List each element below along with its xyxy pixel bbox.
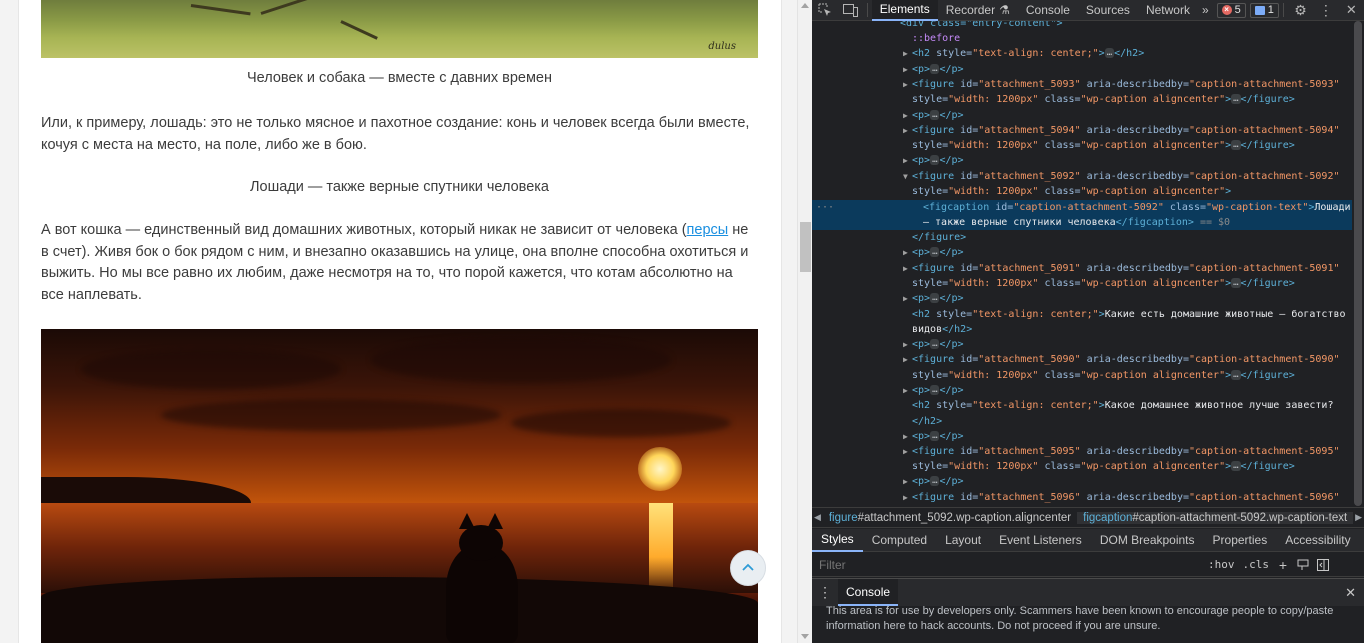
- dom-node[interactable]: ▶ <p>… </p>: [812, 62, 964, 77]
- dom-node-close[interactable]: </figure>: [812, 230, 966, 245]
- image-caption-dog: Человек и собака — вместе с давних време…: [247, 70, 552, 86]
- dom-node[interactable]: ▶ <p>… </p>: [812, 245, 964, 260]
- drawer-header: ⋮ Console ✕: [812, 579, 1364, 606]
- more-options-icon[interactable]: ⋮: [1313, 0, 1338, 21]
- tab-network[interactable]: Network: [1138, 0, 1198, 21]
- breadcrumb-right-arrow-icon[interactable]: ▶: [1353, 512, 1364, 523]
- message-count-badge[interactable]: 1: [1249, 2, 1279, 18]
- page-scrollbar-thumb[interactable]: [800, 222, 811, 272]
- dom-tree-scrollbar[interactable]: [1352, 21, 1364, 506]
- computed-sidebar-icon[interactable]: [1313, 555, 1333, 575]
- paragraph-cat-text-1: А вот кошка — единственный вид домашних …: [41, 222, 687, 238]
- cat-sunset-image: [41, 329, 758, 643]
- persians-link[interactable]: персы: [687, 222, 729, 238]
- scroll-down-arrow-icon[interactable]: [801, 634, 809, 639]
- dom-node-continuation[interactable]: видов</h2>: [812, 322, 972, 337]
- dom-node-continuation[interactable]: style="width: 1200px" class="wp-caption …: [812, 92, 1295, 107]
- selected-dom-node[interactable]: ··· <figcaption id="caption-attachment-50…: [812, 200, 1352, 215]
- tab-accessibility[interactable]: Accessibility: [1276, 529, 1359, 552]
- dom-node-continuation[interactable]: style="width: 1200px" class="wp-caption …: [812, 459, 1295, 474]
- element-state-icon[interactable]: [1293, 555, 1313, 575]
- tab-elements[interactable]: Elements: [871, 0, 938, 21]
- breadcrumb-figure[interactable]: figure#attachment_5092.wp-caption.alignc…: [823, 512, 1077, 524]
- class-toggle[interactable]: .cls: [1239, 558, 1274, 571]
- close-devtools-icon[interactable]: ✕: [1339, 0, 1364, 21]
- image-caption-horse: Лошади — также верные спутники человека: [250, 179, 549, 195]
- styles-pane-tabs: Styles Computed Layout Event Listeners D…: [812, 529, 1364, 552]
- dom-node[interactable]: ▶ <p>… </p>: [812, 337, 964, 352]
- dom-node-continuation[interactable]: style="width: 1200px" class="wp-caption …: [812, 184, 1231, 199]
- scroll-up-arrow-icon[interactable]: [801, 3, 809, 8]
- tab-layout[interactable]: Layout: [936, 529, 990, 552]
- console-drawer: ⋮ Console ✕ This area is for use by deve…: [812, 578, 1364, 643]
- devtools-panel: <div class="entry-content"> ::before ▶ <h…: [812, 0, 1364, 643]
- paragraph-cat: А вот кошка — единственный вид домашних …: [41, 220, 758, 306]
- settings-gear-icon[interactable]: ⚙: [1288, 0, 1313, 21]
- inspect-element-icon[interactable]: [812, 0, 837, 21]
- dom-tree-scrollbar-thumb[interactable]: [1354, 21, 1362, 506]
- dom-node[interactable]: ▶ <p>… </p>: [812, 108, 964, 123]
- page-scrollbar[interactable]: [797, 0, 812, 643]
- tab-sources[interactable]: Sources: [1078, 0, 1138, 21]
- tab-dom-breakpoints[interactable]: DOM Breakpoints: [1091, 529, 1204, 552]
- flask-icon: ⚗: [999, 3, 1010, 17]
- drawer-tab-console[interactable]: Console: [838, 579, 899, 606]
- tab-computed[interactable]: Computed: [863, 529, 936, 552]
- close-drawer-icon[interactable]: ✕: [1345, 585, 1356, 601]
- tab-console[interactable]: Console: [1018, 0, 1078, 21]
- image-signature: dulus: [708, 41, 736, 52]
- dom-breadcrumb: ◀ figure#attachment_5092.wp-caption.alig…: [812, 507, 1364, 528]
- selected-dom-node-continuation[interactable]: — также верные спутники человека</figcap…: [812, 215, 1352, 230]
- breadcrumb-left-arrow-icon[interactable]: ◀: [812, 512, 823, 523]
- dom-node[interactable]: ▶ <p>… </p>: [812, 153, 964, 168]
- dom-node[interactable]: ▶ <figure id="attachment_5095" aria-descr…: [812, 444, 1340, 459]
- web-page-viewport: dulus Человек и собака — вместе с давних…: [0, 0, 797, 643]
- error-count-badge[interactable]: × 5: [1216, 2, 1246, 18]
- dom-node[interactable]: ▶ <p>… </p>: [812, 383, 964, 398]
- dom-node[interactable]: ▶ <h2 style="text-align: center;">… </h2>: [812, 46, 1144, 61]
- dom-node[interactable]: ▶ <figure id="attachment_5093" aria-descr…: [812, 77, 1340, 92]
- tab-properties[interactable]: Properties: [1204, 529, 1277, 552]
- tab-recorder[interactable]: Recorder ⚗: [938, 0, 1018, 21]
- tab-styles[interactable]: Styles: [812, 529, 863, 552]
- dom-node-close[interactable]: </h2>: [812, 414, 942, 429]
- hover-state-toggle[interactable]: :hov: [1204, 558, 1239, 571]
- devtools-toolbar: Elements Recorder ⚗ Console Sources Netwo…: [812, 0, 1364, 21]
- dom-node[interactable]: <h2 style="text-align: center;">Какое до…: [812, 398, 1333, 413]
- dom-node[interactable]: ::before: [812, 31, 960, 46]
- dom-node[interactable]: ▶ <p>… </p>: [812, 474, 964, 489]
- more-tabs-icon[interactable]: »: [1198, 0, 1213, 21]
- device-toolbar-icon[interactable]: [837, 0, 862, 21]
- dom-node-continuation[interactable]: style="width: 1200px" class="wp-caption …: [812, 368, 1295, 383]
- dom-node-expanded[interactable]: ▼ <figure id="attachment_5092" aria-descr…: [812, 169, 1340, 184]
- dom-node[interactable]: ▶ <figure id="attachment_5090" aria-descr…: [812, 352, 1340, 367]
- scroll-to-top-button[interactable]: [730, 550, 766, 586]
- dog-image: dulus: [41, 0, 758, 58]
- chevron-up-icon: [742, 563, 754, 571]
- dom-node-continuation[interactable]: style="width: 1200px" class="wp-caption …: [812, 138, 1295, 153]
- elements-dom-tree: <div class="entry-content"> ::before ▶ <h…: [812, 16, 1352, 506]
- dom-node[interactable]: ▶ <figure id="attachment_5091" aria-descr…: [812, 261, 1340, 276]
- error-icon: ×: [1221, 5, 1232, 15]
- styles-filter-row: :hov .cls +: [812, 553, 1364, 577]
- dom-node[interactable]: ▶ <figure id="attachment_5096" aria-descr…: [812, 490, 1340, 505]
- dom-node[interactable]: ▶ <p>… </p>: [812, 429, 964, 444]
- new-style-rule-icon[interactable]: +: [1273, 555, 1293, 575]
- styles-filter-input[interactable]: [814, 554, 1204, 575]
- drawer-menu-icon[interactable]: ⋮: [812, 584, 838, 601]
- console-self-xss-warning: This area is for use by developers only.…: [826, 605, 1334, 632]
- message-icon: [1254, 5, 1265, 15]
- tab-event-listeners[interactable]: Event Listeners: [990, 529, 1091, 552]
- paragraph-horse: Или, к примеру, лошадь: это не только мя…: [41, 115, 750, 153]
- dom-node-continuation[interactable]: style="width: 1200px" class="wp-caption …: [812, 276, 1295, 291]
- dom-node[interactable]: ▶ <p>… </p>: [812, 291, 964, 306]
- dom-node[interactable]: <h2 style="text-align: center;">Какие ес…: [812, 307, 1346, 322]
- dom-node[interactable]: ▶ <figure id="attachment_5094" aria-descr…: [812, 123, 1340, 138]
- breadcrumb-figcaption[interactable]: figcaption#caption-attachment-5092.wp-ca…: [1077, 511, 1354, 524]
